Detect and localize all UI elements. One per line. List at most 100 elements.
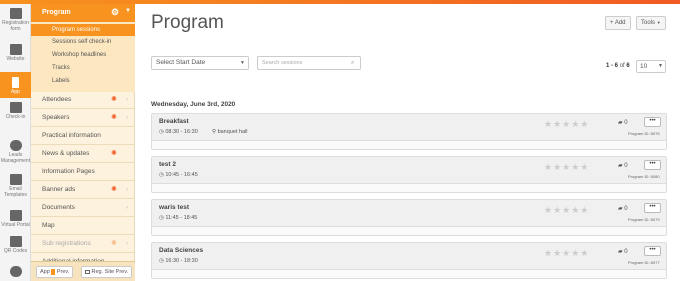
session-name[interactable]: waris test — [159, 204, 189, 211]
sidebar-item-attendees[interactable]: Attendees ✺ › — [31, 91, 135, 109]
rail-label: Email Templates — [4, 186, 27, 198]
more-options-button[interactable]: ••• — [644, 246, 661, 256]
rail-label: Leads Management — [0, 152, 31, 164]
chevron-right-icon: › — [126, 205, 128, 211]
rail-item-settings[interactable] — [0, 266, 31, 280]
submenu-workshop-headlines[interactable]: Workshop headlines — [31, 49, 135, 61]
submenu-program-sessions[interactable]: Program sessions — [31, 24, 135, 36]
sidebar-item-map[interactable]: Map — [31, 217, 135, 235]
program-id: Program ID: 8079 — [628, 217, 660, 222]
session-time: ◷ 16:30 - 18:30 — [159, 258, 198, 264]
phone-icon — [12, 77, 19, 88]
comments-count: ▰ 0 — [618, 162, 628, 169]
sidebar-item-banner-ads[interactable]: Banner ads ✺ › — [31, 181, 135, 199]
rail-item-virtual-portal[interactable]: Virtual Portal — [0, 210, 31, 236]
submenu-sessions-self-check-in[interactable]: Sessions self check-in — [31, 36, 135, 48]
session-card[interactable]: waris test ◷ 11:45 - 18:45 ★★★★★ ▰ 0 •••… — [151, 199, 667, 236]
program-id: Program ID: 8075 — [628, 131, 660, 136]
rail-label: QR Codes — [3, 248, 28, 254]
sidebar-item-label: Documents — [42, 204, 75, 211]
clock-icon: ◷ — [159, 258, 164, 264]
reg-site-preview-button[interactable]: Reg. Site Prev. — [81, 266, 133, 278]
start-date-placeholder: Select Start Date — [156, 59, 206, 66]
rail-label: App — [11, 89, 20, 95]
session-time-text: 08:30 - 16:30 — [165, 129, 198, 135]
tools-button[interactable]: Tools ▼ — [636, 16, 666, 30]
program-id: Program ID: 8080 — [628, 174, 660, 179]
more-options-button[interactable]: ••• — [644, 160, 661, 170]
session-name[interactable]: test 2 — [159, 161, 176, 168]
sidebar-item-speakers[interactable]: Speakers ✺ › — [31, 109, 135, 127]
sidebar-item-news-updates[interactable]: News & updates ✺ — [31, 145, 135, 163]
sidebar-item-label: Map — [42, 222, 55, 229]
app-preview-button[interactable]: App Prev. — [36, 266, 74, 278]
ticket-icon — [9, 102, 22, 113]
sync-icon: ✺ — [111, 186, 117, 193]
tools-label: Tools — [641, 20, 656, 26]
main-content: Program + Add Tools ▼ Select Start Date … — [136, 4, 680, 281]
search-input[interactable]: Search sessions ⌕ — [257, 56, 361, 70]
icon-rail: Registration form Website App Check-in L… — [0, 4, 31, 281]
session-name[interactable]: Breakfast — [159, 118, 189, 125]
rail-item-app[interactable]: App — [0, 72, 31, 98]
session-name[interactable]: Data Sciences — [159, 247, 203, 254]
submenu-tracks[interactable]: Tracks — [31, 62, 135, 74]
sidebar-item-documents[interactable]: Documents › — [31, 199, 135, 217]
sidebar-item-practical-information[interactable]: Practical information — [31, 127, 135, 145]
session-card-header: Data Sciences ◷ 16:30 - 18:30 ★★★★★ ▰ 0 … — [152, 243, 666, 270]
settings-gear-icon — [9, 266, 22, 277]
phone-icon — [51, 268, 56, 275]
qr-code-icon — [9, 236, 22, 247]
sidebar-item-label: Banner ads — [42, 186, 76, 193]
sidebar-item-label: Practical information — [42, 132, 101, 139]
comments-count-text: 0 — [624, 120, 628, 126]
rail-item-leads-management[interactable]: Leads Management — [0, 140, 31, 170]
pagination-of: of — [619, 63, 625, 69]
rail-item-website[interactable]: Website — [0, 44, 31, 70]
gear-icon[interactable]: ⚙ — [111, 7, 119, 18]
session-card-header: Breakfast ◷ 08:30 - 16:30 ⚲ banquet hall… — [152, 114, 666, 141]
app-sidebar: Program ⚙ ▼ Program sessions Sessions se… — [31, 4, 135, 281]
sidebar-item-information-pages[interactable]: Information Pages — [31, 163, 135, 181]
reg-site-preview-label: Reg. Site Prev. — [91, 269, 129, 275]
star-rating: ★★★★★ — [544, 119, 590, 129]
clock-icon: ◷ — [159, 215, 164, 221]
session-location: ⚲ banquet hall — [212, 129, 248, 135]
session-card[interactable]: Data Sciences ◷ 16:30 - 18:30 ★★★★★ ▰ 0 … — [151, 242, 667, 279]
rail-label: Website — [6, 56, 25, 62]
video-icon — [9, 210, 22, 221]
comment-icon: ▰ — [618, 249, 623, 255]
comments-count: ▰ 0 — [618, 248, 628, 255]
pagination-info: 1 - 6 of 6 — [606, 63, 630, 69]
rail-item-check-in[interactable]: Check-in — [0, 102, 31, 128]
chevron-right-icon: › — [126, 241, 128, 247]
sidebar-title: Program — [42, 9, 71, 16]
session-card-header: waris test ◷ 11:45 - 18:45 ★★★★★ ▰ 0 •••… — [152, 200, 666, 227]
chevron-down-icon: ▼ — [240, 60, 245, 66]
chevron-down-icon[interactable]: ▼ — [125, 8, 131, 14]
page-title: Program — [151, 12, 224, 33]
sidebar-item-label: Attendees — [42, 96, 72, 103]
clock-icon: ◷ — [159, 129, 164, 135]
session-card[interactable]: test 2 ◷ 10:45 - 16:45 ★★★★★ ▰ 0 ••• Pro… — [151, 156, 667, 193]
session-card[interactable]: Breakfast ◷ 08:30 - 16:30 ⚲ banquet hall… — [151, 113, 667, 150]
envelope-icon — [9, 174, 22, 185]
rail-label: Registration form — [2, 20, 29, 32]
add-button[interactable]: + Add — [605, 16, 631, 30]
session-time-text: 16:30 - 18:30 — [165, 258, 198, 264]
session-time: ◷ 08:30 - 16:30 — [159, 129, 198, 135]
submenu-labels[interactable]: Labels — [31, 75, 135, 87]
sidebar-header[interactable]: Program ⚙ ▼ — [31, 4, 135, 22]
rail-item-qr-codes[interactable]: QR Codes — [0, 236, 31, 262]
more-options-button[interactable]: ••• — [644, 203, 661, 213]
session-time: ◷ 10:45 - 16:45 — [159, 172, 198, 178]
sidebar-item-label: Information Pages — [42, 168, 95, 175]
star-rating: ★★★★★ — [544, 162, 590, 172]
rail-item-registration-form[interactable]: Registration form — [0, 8, 31, 40]
rail-item-email-templates[interactable]: Email Templates — [0, 174, 31, 206]
sidebar-item-sub-registrations[interactable]: Sub registrations ✺ › — [31, 235, 135, 253]
start-date-select[interactable]: Select Start Date ▼ — [151, 56, 249, 70]
monitor-icon — [85, 269, 90, 274]
page-size-select[interactable]: 10 ▼ — [636, 60, 666, 73]
more-options-button[interactable]: ••• — [644, 117, 661, 127]
